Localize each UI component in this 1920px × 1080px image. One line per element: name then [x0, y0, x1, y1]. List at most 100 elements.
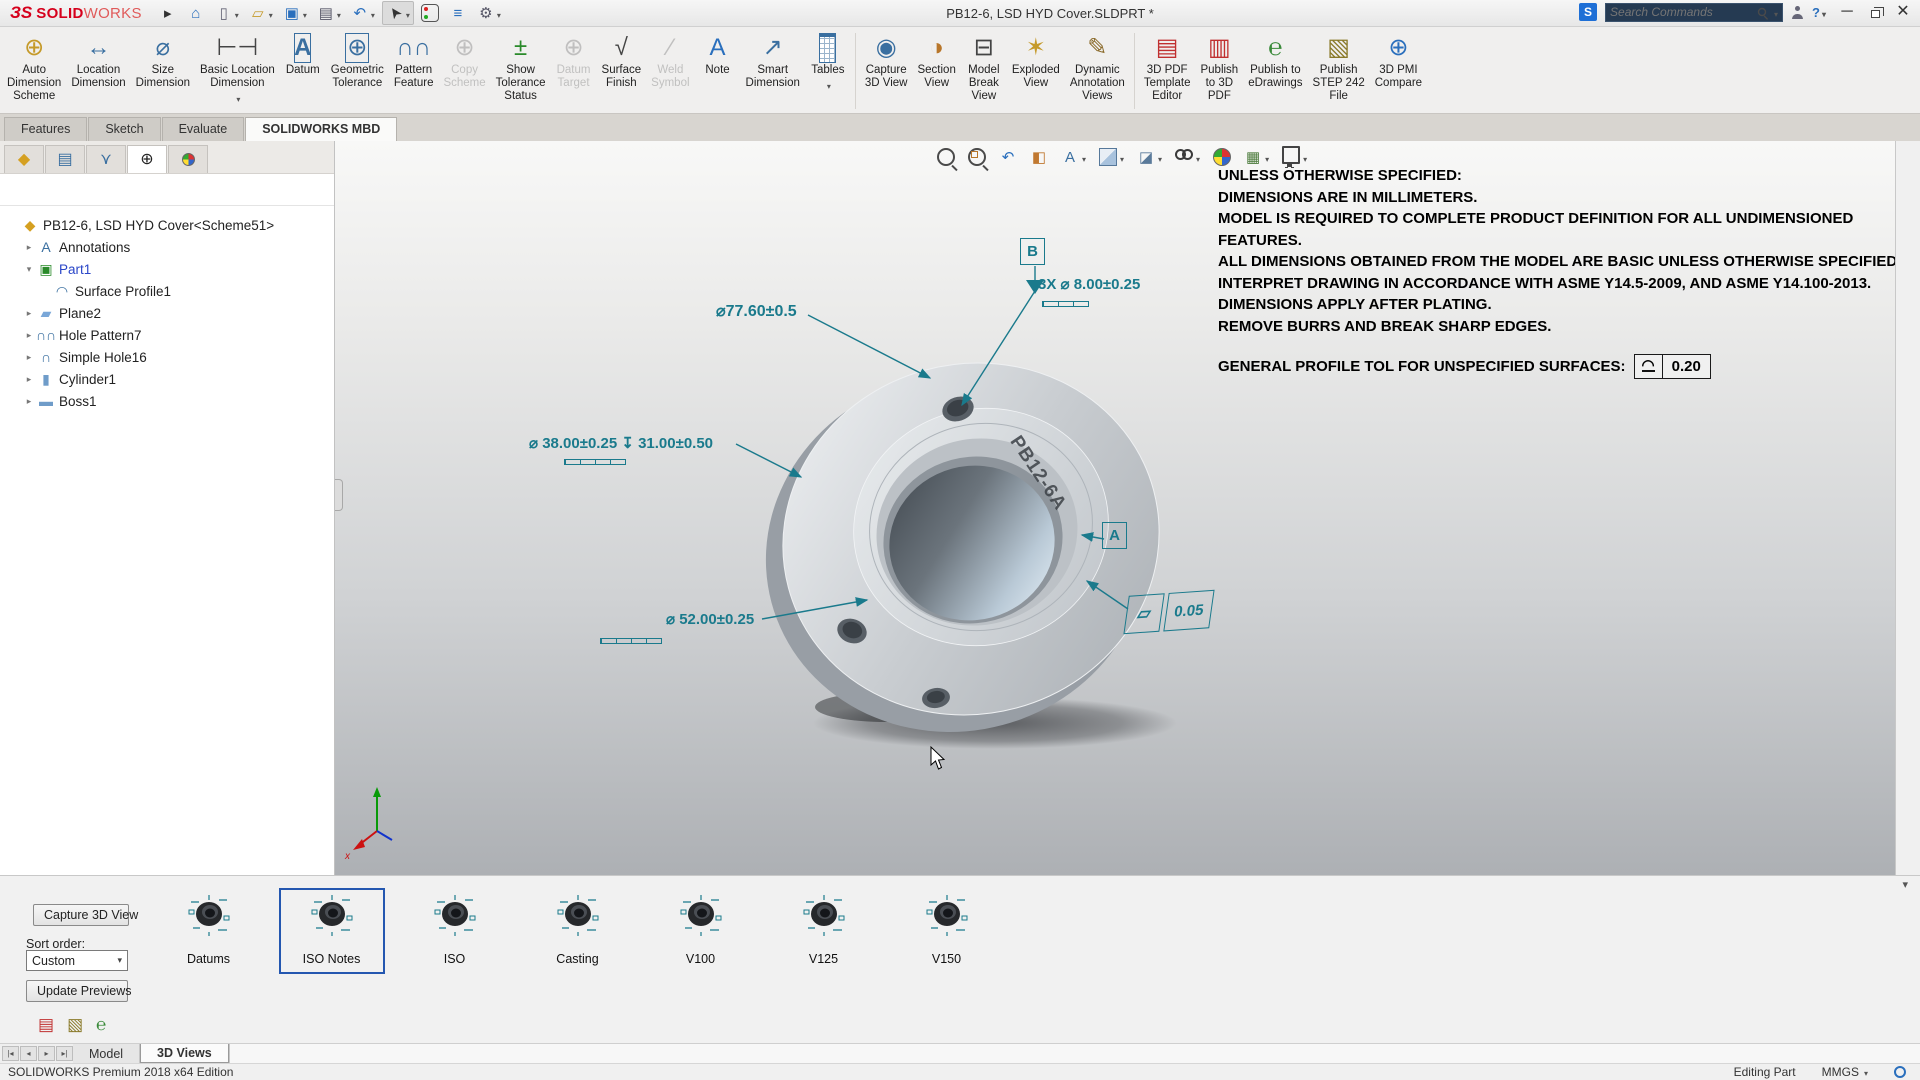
expand-arrow-icon[interactable] [22, 374, 36, 385]
leader-tool[interactable] [98, 180, 118, 200]
update-previews-button[interactable]: Update Previews [26, 980, 128, 1002]
tags-icon[interactable] [1894, 1066, 1906, 1078]
expand-arrow-icon[interactable] [22, 242, 36, 253]
propertymanager-tab[interactable]: ▤ [45, 145, 85, 173]
document-tab-model[interactable]: Model [73, 1044, 140, 1063]
expand-arrow-icon[interactable] [22, 352, 36, 363]
document-tab-3d-views[interactable]: 3D Views [140, 1044, 229, 1063]
displaymanager-tab[interactable] [168, 145, 208, 173]
previous-view-button[interactable]: ↶ [997, 146, 1019, 168]
ribbon-button-model-break-view[interactable]: ⊟ Model Break View [961, 29, 1007, 113]
show-tolerance-status-tool[interactable] [158, 180, 178, 200]
ribbon-button-basic-location-dimension[interactable]: ⊢⊣ Basic Location Dimension [195, 29, 280, 113]
ribbon-button-smart-dimension[interactable]: ↗ Smart Dimension [741, 29, 805, 113]
doc-nav-prev[interactable]: ◂ [20, 1046, 37, 1061]
menu-expand-button[interactable]: ▸ [156, 2, 180, 24]
hole-pattern-dimension[interactable]: 3X ⌀ 8.00±0.25 [1038, 275, 1140, 293]
ribbon-button-section-view[interactable]: ◑ Section View [912, 29, 960, 113]
doc-nav-first[interactable]: |◂ [2, 1046, 19, 1061]
panel-splitter-handle[interactable] [335, 479, 343, 511]
selection-filter-button[interactable] [418, 2, 442, 24]
ribbon-tab-sketch[interactable]: Sketch [88, 117, 160, 141]
datum-target-tool[interactable] [188, 180, 208, 200]
search-icon[interactable] [1758, 8, 1766, 16]
view-palette-tab[interactable] [1899, 230, 1917, 248]
search-commands-box[interactable] [1605, 3, 1783, 22]
tree-item-part1[interactable]: ▣ Part1 [0, 258, 334, 280]
ribbon-button-publish-to-edrawings[interactable]: ℮ Publish to eDrawings [1243, 29, 1307, 113]
tree-item-cylinder1[interactable]: ▮ Cylinder1 [0, 368, 334, 390]
ribbon-button-auto-dimension-scheme[interactable]: ⊕ Auto Dimension Scheme [2, 29, 66, 113]
collapse-panel-icon[interactable]: ▾ [1902, 878, 1908, 891]
view-thumbnail-casting[interactable]: Casting [516, 876, 639, 974]
featuremanager-tab[interactable]: ◆ [4, 145, 44, 173]
view-thumbnail-iso-notes[interactable]: ISO Notes [270, 876, 393, 974]
ribbon-button-size-dimension[interactable]: ⌀ Size Dimension [131, 29, 195, 113]
ribbon-button-pattern-feature[interactable]: ∩∩ Pattern Feature [389, 29, 439, 113]
file-explorer-tab[interactable] [1899, 203, 1917, 221]
print-button[interactable]: ▤ [314, 2, 344, 24]
ribbon-button-note[interactable]: A Note [695, 29, 741, 113]
zoom-to-area-button[interactable] [966, 146, 988, 168]
doc-nav-last[interactable]: ▸| [56, 1046, 73, 1061]
ribbon-button-weld-symbol[interactable]: ∕ Weld Symbol [646, 29, 694, 113]
doc-nav-next[interactable]: ▸ [38, 1046, 55, 1061]
save-button[interactable]: ▣ [280, 2, 310, 24]
general-notes[interactable]: UNLESS OTHERWISE SPECIFIED:DIMENSIONS AR… [1218, 165, 1895, 379]
ribbon-button-surface-finish[interactable]: √ Surface Finish [597, 29, 647, 113]
custom-properties-tab[interactable] [1899, 284, 1917, 302]
datum-stamp-tool[interactable] [128, 180, 148, 200]
ribbon-button-datum[interactable]: A Datum [280, 29, 326, 113]
copy-scheme-tool[interactable] [38, 180, 58, 200]
view-orientation-button[interactable] [1097, 146, 1126, 168]
ribbon-tab-evaluate[interactable]: Evaluate [162, 117, 245, 141]
ribbon-button-3d-pmi-compare[interactable]: ⊕ 3D PMI Compare [1370, 29, 1427, 113]
settings-button[interactable]: ⚙ [474, 2, 504, 24]
auto-dimension-scheme-tool[interactable] [8, 180, 28, 200]
view-thumbnail-v150[interactable]: V150 [885, 876, 1008, 974]
profile-tolerance-frame[interactable]: ◠ 0.20 [1634, 354, 1711, 379]
flange-diameter-dimension[interactable]: ⌀77.60±0.5 [716, 301, 797, 321]
graphics-area[interactable]: x ↶◧A◪▦ UNLESS OTHERWISE SPECIFIED:DIMEN… [335, 141, 1895, 875]
hide-show-items-button[interactable] [1173, 146, 1202, 168]
expand-arrow-icon[interactable] [22, 308, 36, 319]
annotation-views-button[interactable]: A [1059, 146, 1088, 168]
view-thumbnail-v100[interactable]: V100 [639, 876, 762, 974]
ribbon-tab-solidworks-mbd[interactable]: SOLIDWORKS MBD [245, 117, 397, 141]
view-thumbnail-datums[interactable]: Datums [147, 876, 270, 974]
zoom-to-fit-button[interactable] [935, 146, 957, 168]
tree-item-pb12-6-lsd-hyd-cover-scheme51[interactable]: ◆ PB12-6, LSD HYD Cover<Scheme51> [0, 214, 334, 236]
ribbon-button-3d-pdf-template-editor[interactable]: ▤ 3D PDF Template Editor [1139, 29, 1196, 113]
publish-edrawings-icon[interactable]: ℮ [96, 1016, 106, 1033]
tree-item-annotations[interactable]: A Annotations [0, 236, 334, 258]
section-view-button[interactable]: ◧ [1028, 146, 1050, 168]
close-button[interactable]: ✕ [1890, 2, 1916, 22]
login-icon[interactable] [1791, 6, 1804, 19]
ribbon-button-location-dimension[interactable]: ↔ Location Dimension [66, 29, 130, 113]
ribbon-button-geometric-tolerance[interactable]: ⊕ Geometric Tolerance [326, 29, 389, 113]
design-library-tab[interactable] [1899, 176, 1917, 194]
tree-item-hole-pattern7[interactable]: ∩∩ Hole Pattern7 [0, 324, 334, 346]
appearances-tab[interactable] [1899, 257, 1917, 275]
publish-3d-pdf-icon[interactable]: ▤ [38, 1016, 54, 1033]
options-list-button[interactable]: ≡ [446, 2, 470, 24]
bore-fcf[interactable] [564, 459, 626, 465]
hole-pattern-fcf[interactable] [1042, 301, 1089, 307]
resources-tab[interactable] [1899, 149, 1917, 167]
restore-button[interactable] [1862, 2, 1888, 22]
spigot-fcf[interactable] [600, 638, 662, 644]
datum-a-flag[interactable]: A [1102, 522, 1127, 549]
expand-arrow-icon[interactable] [22, 396, 36, 407]
view-thumbnail-v125[interactable]: V125 [762, 876, 885, 974]
spigot-dimension[interactable]: ⌀ 52.00±0.25 [666, 610, 754, 628]
ribbon-button-datum-target[interactable]: ⊕ Datum Target [551, 29, 597, 113]
ribbon-button-dynamic-annotation-views[interactable]: ✎ Dynamic Annotation Views [1065, 29, 1130, 113]
open-button[interactable]: ▱ [246, 2, 276, 24]
select-button[interactable]: ➤ [382, 1, 414, 25]
tree-item-boss1[interactable]: ▬ Boss1 [0, 390, 334, 412]
flatness-fcf[interactable]: ▱ 0.05 [1123, 590, 1214, 634]
display-style-button[interactable]: ◪ [1135, 146, 1164, 168]
tree-item-surface-profile1[interactable]: ◠ Surface Profile1 [0, 280, 334, 302]
tree-item-plane2[interactable]: ▰ Plane2 [0, 302, 334, 324]
help-button[interactable]: ? [1812, 5, 1826, 20]
